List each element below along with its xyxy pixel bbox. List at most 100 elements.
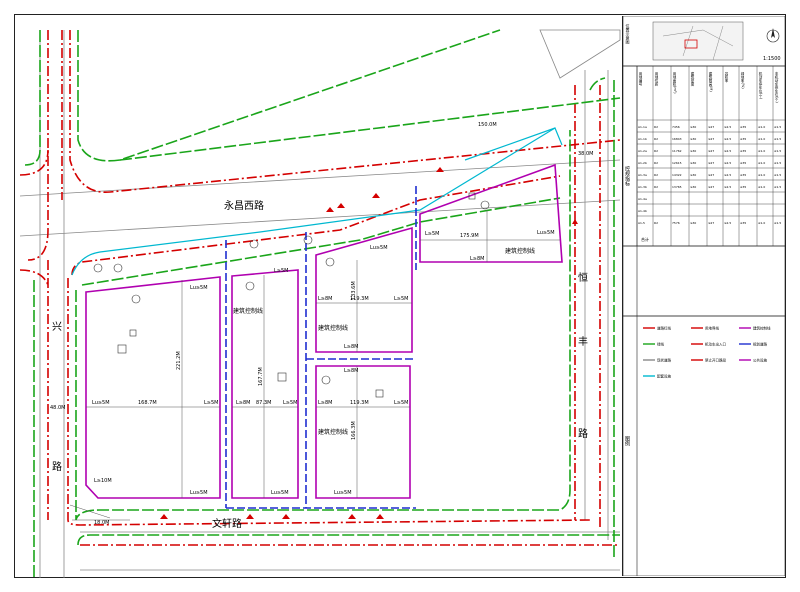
- table-header: 用地编号: [638, 72, 643, 87]
- table-cell: ≤2.5: [724, 173, 731, 177]
- dim-label: L≥8M: [344, 344, 358, 350]
- control-line-label-3: 建筑控制线: [318, 428, 348, 436]
- dim-label: Lu≥5M: [92, 400, 110, 406]
- cyan-boundary: [71, 127, 563, 276]
- table-cell: ≥1.0: [758, 221, 765, 225]
- table-cell: ≤27: [708, 173, 714, 177]
- table-cell: R2: [654, 137, 658, 141]
- table-cell: ≤27: [708, 137, 714, 141]
- table-cell: R2: [654, 173, 658, 177]
- table-cell: A1-1b: [638, 137, 647, 141]
- road-name-xing-bottom: 路: [52, 460, 62, 473]
- legend-label: 图例: [624, 436, 630, 447]
- table-cell: ≤2.5: [724, 125, 731, 129]
- table-cell: ≥1.5: [774, 221, 781, 225]
- road-edges: [19, 30, 621, 578]
- road-name-yongchang: 永昌西路: [224, 199, 264, 212]
- table-cell: ≤27: [708, 161, 714, 165]
- dim-label: 168.7M: [138, 400, 157, 406]
- table-cell: ≥1.5: [774, 149, 781, 153]
- table-cell: ≤27: [708, 149, 714, 153]
- info-panel: 位置示意图 1:1500 用地编号 用地性质 用地面积(m²) 建筑密度 建筑限高(M)…: [622, 15, 786, 577]
- table-header: 建筑限高(M): [708, 71, 713, 92]
- table-cell: 7576: [672, 221, 680, 225]
- road-name-xing-top: 兴: [52, 321, 62, 333]
- notes-label: 控规指标: [624, 165, 630, 187]
- table-cell: 12615: [672, 161, 682, 165]
- legend-item: 配套设施: [657, 374, 671, 379]
- table-cell: ≤27: [708, 125, 714, 129]
- table-cell: ≤30: [690, 185, 696, 189]
- dim-label: 133.6M: [351, 281, 357, 300]
- table-cell: ≥1.5: [774, 137, 781, 141]
- total-label: 合计: [641, 236, 649, 242]
- table-cell: ≥1.5: [774, 173, 781, 177]
- table-cell: ≥1.0: [758, 185, 765, 189]
- table-cell: A1-3b: [638, 185, 647, 189]
- table-cell: ≥35: [740, 161, 746, 165]
- dim-label: L≥5M: [274, 268, 288, 274]
- table-cell: ≥35: [740, 149, 746, 153]
- dim-label: 87.3M: [256, 400, 271, 406]
- table-cell: A1-5: [638, 221, 645, 225]
- table-cell: ≤30: [690, 221, 696, 225]
- legend-list: 道路红线 用地界线 建筑控制线绿线 机动车出入口 规划道路现状道路 禁止开口路段 公共设施配…: [643, 326, 771, 379]
- legend-item: 规划道路: [753, 342, 767, 347]
- parcel-symbols: [93, 192, 490, 398]
- table-cell: ≥1.5: [774, 125, 781, 129]
- dim-label: 166.3M: [351, 421, 357, 440]
- control-table: 用地编号 用地性质 用地面积(m²) 建筑密度 建筑限高(M) 容积率 绿地率(%) 机动车停…: [636, 66, 785, 246]
- road-name-heng-mid: 丰: [578, 335, 588, 348]
- table-cell: 7456: [672, 125, 680, 129]
- dim-label: Lu≥5M: [190, 490, 208, 496]
- road-name-heng-bottom: 路: [578, 427, 588, 440]
- north-arrow-icon: [766, 28, 780, 43]
- table-header: 建筑密度: [690, 71, 695, 87]
- dim-label: L≥5M: [204, 400, 218, 406]
- table-cell: ≥1.5: [774, 185, 781, 189]
- scale-label: 1:1500: [763, 56, 781, 62]
- legend-item: 用地界线: [705, 326, 719, 331]
- table-cell: ≤30: [690, 149, 696, 153]
- table-cell: ≥1.0: [758, 125, 765, 129]
- dimension-lines: [69, 210, 560, 521]
- table-cell: ≥1.0: [758, 137, 765, 141]
- dim-label: 119.3M: [350, 400, 369, 406]
- road-name-heng-top: 恒: [578, 271, 588, 284]
- table-cell: ≥35: [740, 185, 746, 189]
- table-cell: ≥1.0: [758, 161, 765, 165]
- dim-label: L≥5M: [394, 296, 408, 302]
- dim-label: 167.7M: [258, 367, 264, 386]
- dim-label: 175.9M: [460, 233, 479, 239]
- table-cell: R2: [654, 161, 658, 165]
- table-cell: ≥35: [740, 137, 746, 141]
- legend-item: 现状道路: [657, 358, 671, 363]
- legend-item: 道路红线: [657, 326, 671, 331]
- dim-label: Lu≥5M: [370, 245, 388, 251]
- table-cell: ≥1.0: [758, 149, 765, 153]
- table-cell: ≤30: [690, 125, 696, 129]
- road-red-lines: [19, 30, 621, 546]
- table-cell: ≤27: [708, 221, 714, 225]
- table-cell: ≤2.5: [724, 185, 731, 189]
- control-line-label-4: 建筑控制线: [505, 247, 535, 255]
- table-cell: A1-2b: [638, 161, 647, 165]
- table-cell: ≤2.5: [724, 221, 731, 225]
- legend-item: 公共设施: [753, 358, 767, 363]
- table-cell: ≤30: [690, 137, 696, 141]
- table-cell: ≥35: [740, 221, 746, 225]
- info-panel-graphic: 位置示意图 1:1500 用地编号 用地性质 用地面积(m²) 建筑密度 建筑限高(M)…: [622, 15, 786, 577]
- table-header: 用地面积(m²): [672, 72, 677, 94]
- table-header: 容积率: [724, 71, 729, 83]
- dim-label: L≥5M: [283, 400, 297, 406]
- legend-item: 绿线: [657, 342, 665, 347]
- table-cell: 14322: [672, 173, 682, 177]
- table-cell: R2: [654, 125, 658, 129]
- control-line-label-1: 建筑控制线: [233, 307, 263, 315]
- table-cell: ≥1.5: [774, 161, 781, 165]
- dim-label: L≥8M: [318, 400, 332, 406]
- table-cell: 13765: [672, 185, 682, 189]
- dim-label: L≥5M: [394, 400, 408, 406]
- table-cell: ≤2.5: [724, 137, 731, 141]
- table-header: 绿地率(%): [740, 71, 745, 89]
